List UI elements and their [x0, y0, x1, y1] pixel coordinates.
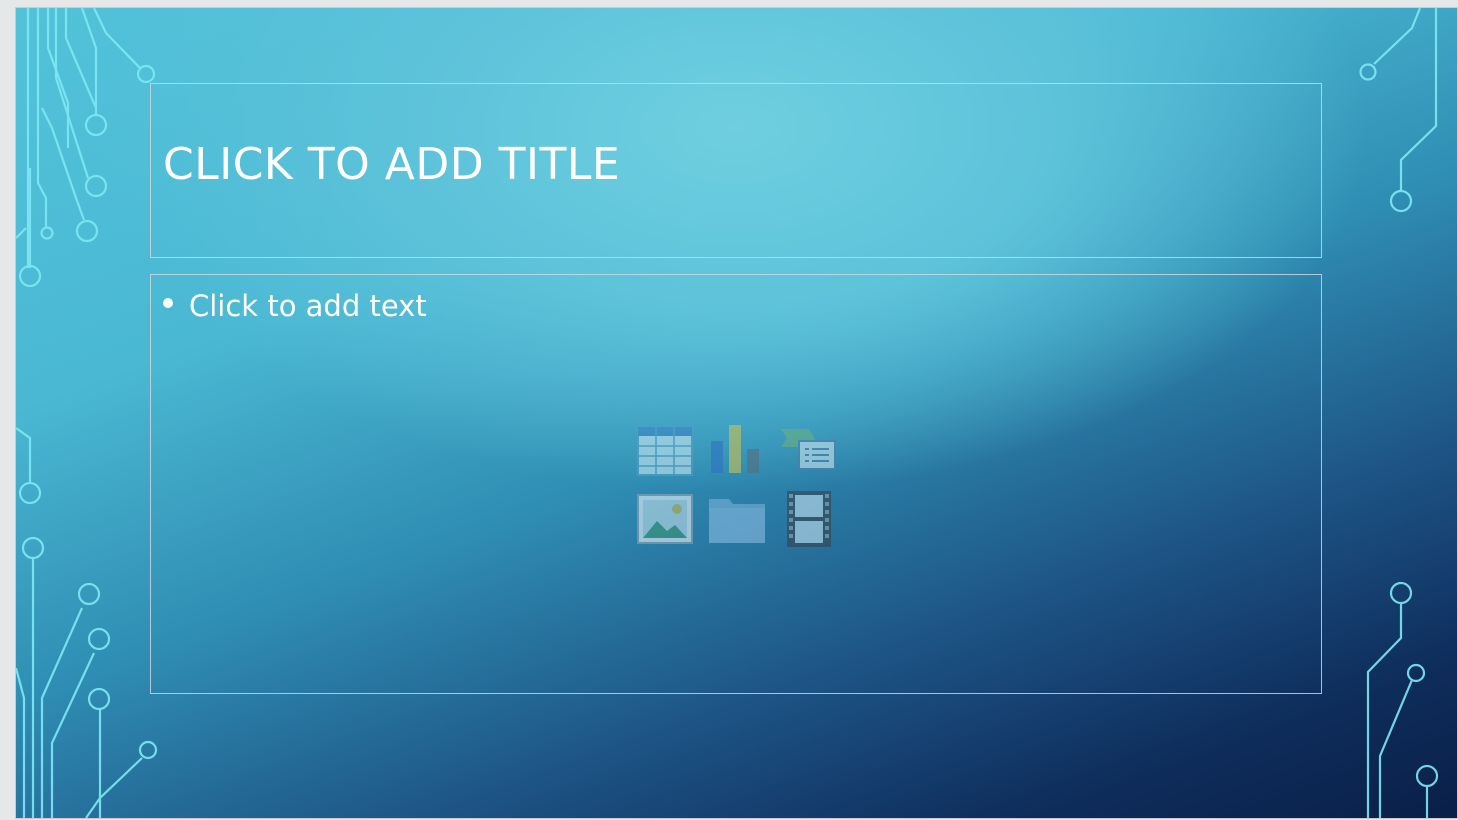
bullet-item[interactable]: Click to add text	[163, 289, 427, 323]
slide-title[interactable]: CLICK TO ADD TITLE	[163, 139, 620, 190]
slide[interactable]: CLICK TO ADD TITLE Click to add text	[16, 8, 1457, 818]
content-placeholder[interactable]: Click to add text	[150, 274, 1322, 694]
body-text[interactable]: Click to add text	[189, 289, 427, 323]
bullet-icon	[163, 298, 173, 308]
folder-icon[interactable]	[707, 489, 767, 549]
table-icon[interactable]	[635, 421, 695, 481]
smartart-icon[interactable]	[779, 421, 839, 481]
title-placeholder[interactable]: CLICK TO ADD TITLE	[150, 83, 1322, 258]
slide-canvas-area: CLICK TO ADD TITLE Click to add text	[0, 0, 1458, 820]
video-icon[interactable]	[779, 489, 839, 549]
insert-content-icons	[635, 421, 839, 551]
picture-icon[interactable]	[635, 489, 695, 549]
chart-icon[interactable]	[707, 421, 767, 481]
